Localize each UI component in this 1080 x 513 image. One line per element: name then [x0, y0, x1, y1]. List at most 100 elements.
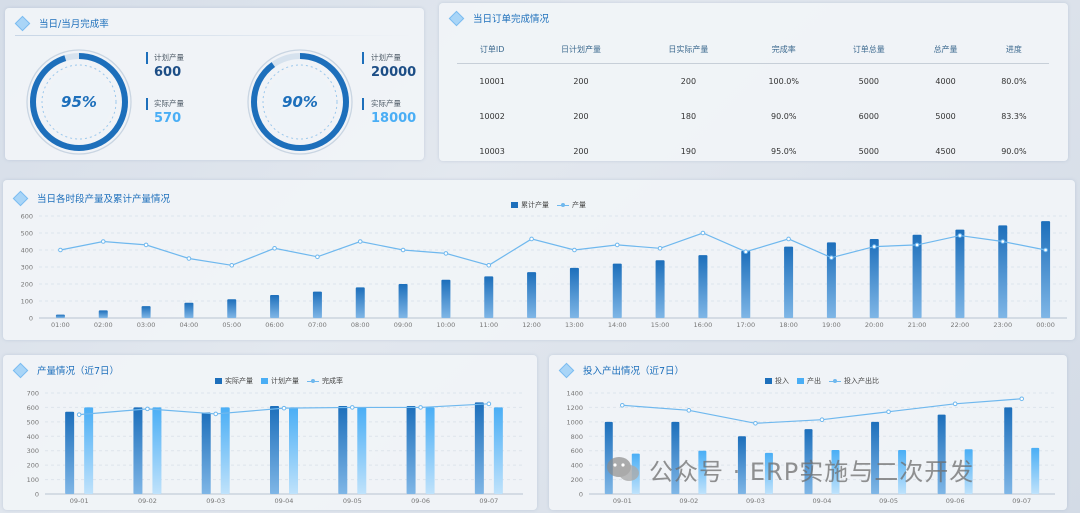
table-cell: 5000 [858, 147, 879, 156]
line-point [753, 421, 758, 426]
watermark: 公众号 · ERP实施与二次开发 [605, 452, 974, 487]
x-tick-label: 09-03 [746, 497, 765, 505]
y-tick-label: 1000 [566, 418, 583, 426]
bar-计划产量 [289, 407, 298, 494]
line-point [143, 242, 149, 248]
y-tick-label: 200 [27, 462, 39, 470]
table-cell: 200 [680, 77, 697, 86]
table-cell: 180 [680, 112, 697, 121]
line-point [786, 236, 791, 242]
x-tick-label: 09-03 [206, 497, 225, 505]
legend-swatch-bar [261, 378, 268, 384]
gauge-percent: 90% [282, 93, 318, 111]
table-cell: 5000 [935, 112, 956, 121]
column-header: 订单总量 [825, 35, 913, 64]
x-tick-label: 06:00 [265, 321, 284, 329]
bar-实际产量 [201, 412, 211, 494]
bar-累计产量 [698, 255, 708, 318]
table-cell: 4500 [935, 147, 956, 156]
x-tick-label: 09-04 [275, 497, 294, 505]
legend-swatch-line [829, 378, 841, 383]
x-tick-label: 19:00 [822, 321, 841, 329]
actual-value: 18000 [371, 111, 417, 126]
bar-累计产量 [1041, 221, 1051, 318]
legend-swatch-line [557, 202, 569, 207]
line-point [952, 401, 958, 407]
bar-实际产量 [133, 407, 143, 494]
x-tick-label: 00:00 [1036, 321, 1055, 329]
line-point [657, 246, 663, 251]
legend-label: 产量 [572, 201, 586, 209]
orders-panel: 当日订单完成情况 订单ID 日计划产量 日实际产量 完成率 订单总量 总产量 进… [439, 3, 1068, 161]
y-tick-label: 1200 [566, 404, 583, 412]
x-tick-label: 23:00 [993, 321, 1012, 329]
line-point [418, 405, 423, 410]
hourly-chart: 0 100 200 300 400 500 600 01:00 02:00 03:00 04:00 0… [21, 213, 1067, 329]
hourly-panel-header: 当日各时段产量及累计产量情况 [12, 190, 171, 206]
table-row[interactable]: 10001 200 200 100.0% 5000 4000 80.0% [457, 64, 1049, 100]
weekly-legend: 实际产量 计划产量 完成率 [207, 376, 343, 386]
bar-计划产量 [493, 407, 503, 494]
y-tick-label: 600 [571, 447, 583, 455]
legend-label: 投入产出比 [844, 377, 879, 385]
line-point [957, 233, 963, 238]
completion-gauge-daily: 95% [26, 49, 132, 155]
line-point [229, 263, 235, 268]
line-point [686, 408, 692, 413]
legend-swatch-bar [215, 378, 222, 384]
x-tick-label: 09-06 [946, 497, 965, 505]
diamond-icon [14, 15, 31, 31]
x-tick-label: 09-02 [138, 497, 157, 505]
io-panel-header: 投入产出情况（近7日） [558, 362, 684, 378]
x-tick-label: 09-01 [70, 497, 89, 505]
plan-marker [146, 52, 148, 64]
legend-swatch-bar [797, 378, 804, 384]
x-tick-label: 20:00 [865, 321, 884, 329]
line-point [486, 401, 492, 407]
bar-产出 [1031, 447, 1040, 494]
legend-label: 完成率 [322, 377, 343, 385]
table-row[interactable]: 10002 200 180 90.0% 6000 5000 83.3% [457, 99, 1049, 134]
x-tick-label: 17:00 [736, 321, 755, 329]
x-tick-label: 09:00 [394, 321, 413, 329]
io-chart: 0 200 400 600 800 1000 1200 1400 09-01 09-02 09-03… [566, 390, 1055, 505]
y-tick-label: 200 [571, 476, 583, 484]
bar-累计产量 [355, 287, 365, 318]
diamond-icon [558, 362, 575, 378]
x-tick-label: 09-07 [1012, 497, 1031, 505]
bar-累计产量 [55, 314, 65, 318]
table-cell: 100.0% [768, 77, 799, 86]
line-point [272, 246, 277, 251]
bar-计划产量 [425, 407, 435, 494]
x-tick-label: 13:00 [565, 321, 584, 329]
y-tick-label: 200 [21, 281, 33, 289]
x-tick-label: 09-07 [479, 497, 498, 505]
y-tick-label: 1400 [566, 390, 583, 398]
legend-swatch-bar [765, 378, 772, 384]
completion-panel-header: 当日/当月完成率 [14, 15, 109, 31]
table-cell: 5000 [858, 77, 879, 86]
line-point [400, 247, 406, 253]
bar-累计产量 [784, 246, 794, 318]
bar-累计产量 [184, 302, 194, 318]
bar-实际产量 [270, 405, 279, 494]
x-tick-label: 21:00 [908, 321, 927, 329]
column-header: 日实际产量 [634, 35, 743, 64]
actual-marker [362, 98, 364, 110]
bar-累计产量 [98, 310, 108, 318]
completion-panel: 当日/当月完成率 95% 计划产量 600 实际产量 570 90% 计划产量 … [5, 8, 424, 160]
plan-marker [362, 52, 364, 64]
legend-label: 计划产量 [271, 377, 299, 385]
actual-value: 570 [154, 111, 182, 126]
orders-table: 订单ID 日计划产量 日实际产量 完成率 订单总量 总产量 进度 10001 2… [457, 35, 1049, 169]
table-row[interactable]: 10003 200 190 95.0% 5000 4500 90.0% [457, 134, 1049, 169]
table-cell: 83.3% [1001, 112, 1027, 121]
bar-累计产量 [869, 238, 879, 318]
line-point [819, 417, 825, 422]
hourly-panel-title: 当日各时段产量及累计产量情况 [37, 194, 171, 205]
table-cell: 4000 [935, 77, 956, 86]
wechat-icon [607, 456, 639, 481]
table-cell: 200 [573, 112, 589, 121]
y-tick-label: 600 [21, 213, 33, 221]
table-cell: 90.0% [1001, 147, 1027, 156]
